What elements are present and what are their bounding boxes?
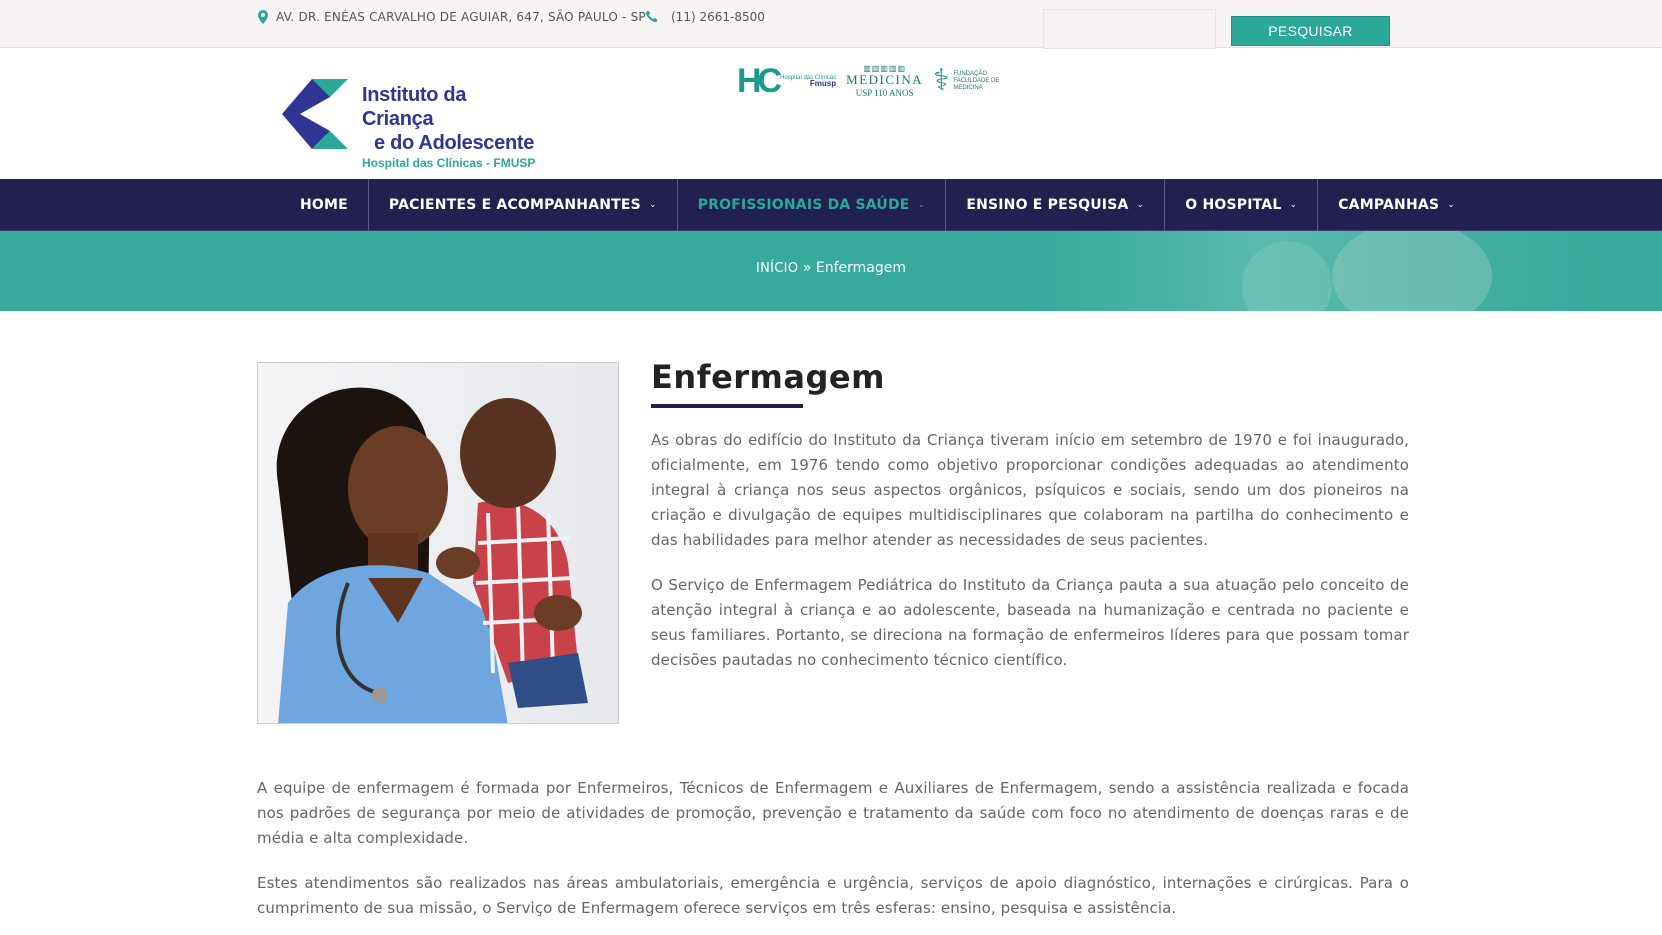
phone[interactable]: (11) 2661-8500	[645, 10, 765, 24]
nurse-with-baby-photo	[257, 362, 619, 724]
content-paragraph-2: O Serviço de Enfermagem Pediátrica do In…	[651, 576, 1409, 669]
logo-line-3: Hospital das Clínicas - FMUSP	[362, 156, 536, 170]
medicina-label: MEDICINA	[846, 71, 924, 87]
chevron-down-icon: ⌄	[1289, 200, 1298, 210]
nav-hospital[interactable]: O HOSPITAL ⌄	[1164, 179, 1317, 231]
fundacao-text: FUNDAÇÃO FACULDADE DE MEDICINA	[953, 70, 1000, 91]
chevron-down-icon: ⌄	[1136, 200, 1145, 210]
nav-profissionais-label: PROFISSIONAIS DA SAÚDE	[697, 197, 910, 213]
map-pin-icon	[258, 10, 268, 24]
chevron-down-icon: ⌄	[1447, 200, 1455, 210]
nav-campanhas-label: CAMPANHAS	[1338, 197, 1440, 213]
nav-ensino-label: ENSINO E PESQUISA	[966, 197, 1129, 213]
search-input[interactable]	[1043, 9, 1216, 49]
fundacao-logo[interactable]: ⚕ FUNDAÇÃO FACULDADE DE MEDICINA	[933, 66, 1023, 96]
main-nav: HOME PACIENTES E ACOMPANHANTES ⌄ PROFISSI…	[0, 179, 1662, 231]
breadcrumb-separator: »	[802, 260, 812, 276]
content-paragraph-3: A equipe de enfermagem é formada por Enf…	[257, 779, 1409, 847]
medicina-sub: USP 110 ANOS	[855, 87, 914, 98]
phone-text: (11) 2661-8500	[671, 10, 765, 24]
nav-ensino[interactable]: ENSINO E PESQUISA ⌄	[945, 179, 1164, 231]
hc-fmusp-logo[interactable]: HC Hospital das Clínicas Fmusp	[737, 64, 836, 98]
partner-logos: HC Hospital das Clínicas Fmusp ▥▥▥▥▥ MEDI…	[737, 59, 1023, 103]
nav-hospital-label: O HOSPITAL	[1185, 197, 1282, 213]
chevron-down-icon: ⌄	[648, 200, 657, 210]
address-text: AV. DR. ENÉAS CARVALHO DE AGUIAR, 647, S…	[276, 10, 646, 24]
logo-mark-icon	[282, 79, 348, 149]
chevron-down-icon: ⌄	[917, 200, 926, 210]
page-title: Enfermagem	[651, 358, 885, 396]
nav-profissionais[interactable]: PROFISSIONAIS DA SAÚDE ⌄	[676, 179, 946, 231]
breadcrumb-current: Enfermagem	[815, 260, 906, 276]
nav-pacientes-label: PACIENTES E ACOMPANHANTES	[388, 197, 641, 213]
top-bar: AV. DR. ENÉAS CARVALHO DE AGUIAR, 647, S…	[0, 0, 1662, 49]
content-paragraph-1: As obras do edifício do Instituto da Cri…	[651, 431, 1409, 549]
breadcrumb: INÍCIO » Enfermagem	[0, 260, 1662, 276]
title-underline	[651, 404, 803, 408]
nav-home[interactable]: HOME	[280, 179, 368, 231]
nav-pacientes[interactable]: PACIENTES E ACOMPANHANTES ⌄	[367, 179, 677, 231]
breadcrumb-banner: INÍCIO » Enfermagem	[0, 231, 1662, 311]
phone-icon	[645, 10, 659, 24]
content-paragraph-4: Estes atendimentos são realizados nas ár…	[257, 874, 1409, 917]
nav-campanhas[interactable]: CAMPANHAS ⌄	[1317, 179, 1475, 231]
logo-line-2: e do Adolescente	[374, 132, 535, 154]
search-button[interactable]: PESQUISAR	[1231, 16, 1390, 46]
nurse-photo-illustration	[258, 363, 618, 723]
medicina-usp-logo[interactable]: ▥▥▥▥▥ MEDICINA USP 110 ANOS	[846, 64, 923, 99]
hc-fmusp-text: Fmusp	[809, 79, 837, 88]
address: AV. DR. ENÉAS CARVALHO DE AGUIAR, 647, S…	[258, 10, 646, 24]
breadcrumb-home-link[interactable]: INÍCIO	[756, 261, 798, 276]
logo-line-1: Instituto da Criança	[362, 84, 467, 130]
hc-mark: HC	[737, 62, 782, 100]
header: Instituto da Criança e do Adolescente Ho…	[0, 49, 1662, 179]
site-logo[interactable]: Instituto da Criança e do Adolescente Ho…	[282, 79, 542, 170]
nav-home-label: HOME	[300, 197, 348, 213]
caduceus-icon: ⚕	[933, 64, 950, 97]
